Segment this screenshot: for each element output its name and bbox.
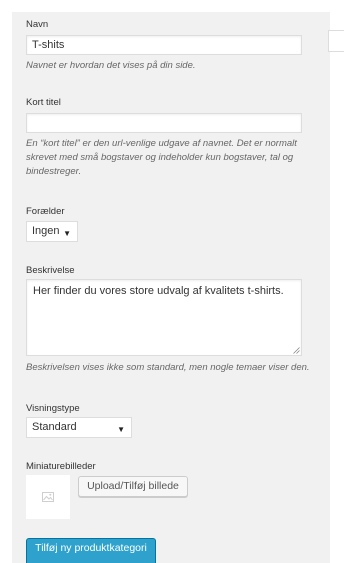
name-label: Navn: [26, 19, 49, 30]
upload-image-button[interactable]: Upload/Tilføj billede: [78, 476, 188, 497]
slug-input[interactable]: [26, 113, 302, 133]
name-input[interactable]: T-shits: [26, 35, 302, 55]
display-type-label: Visningstype: [26, 403, 80, 414]
thumbnail-preview: [26, 475, 70, 519]
display-type-select[interactable]: Standard ▼: [26, 417, 132, 438]
description-textarea[interactable]: Her finder du vores store udvalg af kval…: [26, 279, 302, 356]
slug-hint-line-3: bindestreger.: [26, 166, 82, 177]
slug-hint-line-2: skrevet med små bogstaver og indeholder …: [26, 152, 294, 163]
parent-selected-value: Ingen: [32, 225, 60, 237]
name-hint: Navnet er hvordan det vises på din side.: [26, 60, 196, 71]
description-text: Her finder du vores store udvalg af kval…: [33, 285, 284, 297]
thumbnail-label: Miniaturebilleder: [26, 461, 96, 472]
add-product-category-button[interactable]: Tilføj ny produktkategori: [26, 538, 156, 563]
slug-label: Kort titel: [26, 97, 61, 108]
description-label: Beskrivelse: [26, 265, 75, 276]
description-hint: Beskrivelsen vises ikke som standard, me…: [26, 362, 310, 373]
image-placeholder-icon: [42, 492, 54, 502]
slug-hint-line-1: En “kort titel” er den url-venlige udgav…: [26, 138, 297, 149]
parent-select[interactable]: Ingen ▼: [26, 221, 78, 242]
dropdown-arrow-icon: ▼: [63, 229, 71, 238]
adjacent-panel-edge: [328, 30, 344, 52]
dropdown-arrow-icon: ▼: [117, 425, 125, 434]
parent-label: Forælder: [26, 206, 65, 217]
display-type-selected-value: Standard: [32, 421, 77, 433]
resize-handle-icon[interactable]: [293, 347, 300, 354]
